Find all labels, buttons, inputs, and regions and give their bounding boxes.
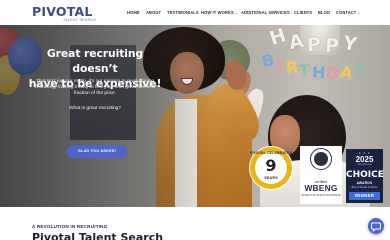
choice-word: CHOICE	[346, 170, 384, 180]
choice-best-of: Best of Woods & Choice	[351, 186, 378, 189]
nav-clients-label: CLIENTS	[294, 10, 313, 15]
glad-you-asked-button[interactable]: GLAD YOU ASKED!	[67, 145, 127, 158]
nav-additional-services[interactable]: ADDITIONAL SERVICES⌄	[241, 10, 294, 16]
chat-button[interactable]	[368, 218, 384, 234]
hero-subtitle: That isn’t just our motto, it’s our miss…	[35, 79, 155, 97]
choice-winner-ribbon: WINNER	[349, 192, 380, 200]
nav-how-it-works[interactable]: HOW IT WORKS⌄	[201, 10, 238, 16]
choice-awards-label: AWARDS	[356, 181, 373, 185]
badge-years-label: YEARS	[263, 176, 279, 180]
hero-title-line1: Great recruiting doesn’t	[46, 47, 144, 75]
nav-home[interactable]: HOME	[127, 10, 140, 15]
wbenc-seal-center	[314, 152, 328, 166]
nav-about-label: ABOUT	[146, 10, 162, 15]
nav-blog[interactable]: BLOG	[318, 10, 330, 15]
wbenc-small-text: WOMEN'S BUSINESS ENTERPRISE	[300, 194, 342, 197]
wbenc-name: WBENG	[304, 183, 338, 193]
chevron-down-icon: ⌄	[234, 11, 238, 15]
badge-pivotal-top-text: PIVOTAL CELEBRATES	[249, 151, 293, 155]
nav-additional-services-label: ADDITIONAL SERVICES	[241, 10, 290, 15]
section-title: Pivotal Talent Search	[32, 231, 164, 240]
badge-years-number: 9	[265, 156, 277, 175]
chat-bubble-icon	[371, 222, 381, 232]
hero-question: What is great recruiting?	[69, 106, 121, 111]
nav-contact-label: CONTACT	[336, 10, 357, 15]
nav-how-it-works-label: HOW IT WORKS	[201, 10, 234, 15]
choice-year: 2025	[355, 155, 374, 164]
nav-testimonials-label: TESTIMONIALS	[167, 10, 199, 15]
main-nav: HOME ABOUT TESTIMONIALS HOW IT WORKS⌄ AD…	[0, 10, 390, 16]
nav-contact[interactable]: CONTACT⌄	[336, 10, 360, 16]
nav-blog-label: BLOG	[318, 10, 331, 15]
nav-about[interactable]: ABOUT	[146, 10, 161, 15]
site-header: PIVOTAL TALENT SEARCH HOME ABOUT TESTIMO…	[0, 0, 390, 25]
chevron-down-icon: ⌄	[357, 11, 361, 15]
nav-home-label: HOME	[127, 10, 140, 15]
logo-tagline: TALENT SEARCH	[63, 18, 97, 22]
nav-testimonials[interactable]: TESTIMONIALS	[167, 10, 199, 15]
section-eyebrow: A REVOLUTION IN RECRUITING	[32, 224, 108, 229]
choice-subtitle: THE OFFICIAL	[357, 164, 372, 166]
nav-clients[interactable]: CLIENTS	[294, 10, 312, 15]
